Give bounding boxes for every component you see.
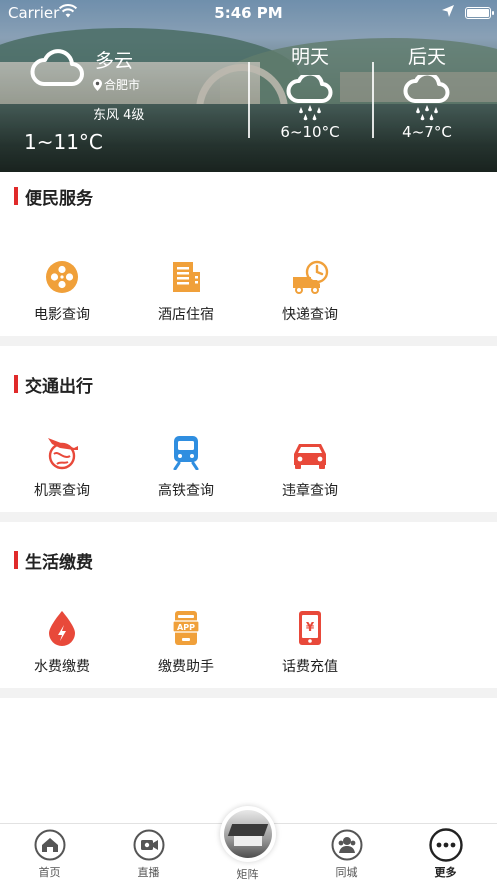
train-icon [124,432,248,470]
tomorrow-temperature: 6~10°C [280,123,340,141]
tile-water-bill[interactable]: 水费缴费 [0,608,124,676]
city-name: 合肥市 [104,78,141,92]
tab-local[interactable]: 同城 [297,828,396,880]
tile-label: 机票查询 [34,483,90,499]
clock: 5:46 PM [214,4,283,22]
location-arrow-icon [441,4,455,22]
tile-flight[interactable]: 机票查询 [0,432,124,500]
tab-label: 直播 [137,866,160,879]
section-gap [0,512,497,522]
tile-express[interactable]: 快递查询 [248,256,372,324]
water-drop-icon [0,608,124,646]
airplane-icon [0,432,124,470]
tile-pay-assistant[interactable]: APP 缴费助手 [124,608,248,676]
tab-matrix-label: 矩阵 [236,868,259,881]
section-convenience: 便民服务 电影查询 酒店住宿 快递查询 [0,172,497,336]
tile-hotel[interactable]: 酒店住宿 [124,256,248,324]
tile-label: 电影查询 [34,307,90,323]
tile-phone-topup[interactable]: ¥ 话费充值 [248,608,372,676]
tab-label: 同城 [335,866,358,879]
film-reel-icon [0,256,124,294]
weather-today[interactable]: 多云 合肥市 东风 4级 1~11°C [0,30,248,170]
today-temperature: 1~11°C [24,130,103,154]
weather-day-after[interactable]: 后天 4~7°C [365,42,489,141]
tab-matrix-button[interactable] [220,806,276,862]
section-title-text: 生活缴费 [25,552,93,573]
tile-label: 违章查询 [282,483,338,499]
tab-home[interactable]: 首页 [0,828,99,880]
section-title: 生活缴费 [14,550,93,573]
section-title: 交通出行 [14,374,93,397]
section-title: 便民服务 [14,186,93,209]
tile-label: 高铁查询 [158,483,214,499]
battery-icon [465,7,494,19]
matrix-thumbnail-icon [224,810,272,858]
weather-header: Carrier 5:46 PM 多云 合肥市 东风 4级 1~11°C 明天 6… [0,0,497,172]
tile-label: 缴费助手 [158,659,214,675]
video-camera-icon [99,828,198,862]
tab-more[interactable]: 更多 [396,828,495,880]
weather-tomorrow[interactable]: 明天 6~10°C [248,42,372,141]
tile-train[interactable]: 高铁查询 [124,432,248,500]
tile-movie[interactable]: 电影查询 [0,256,124,324]
section-payments: 生活缴费 水费缴费 APP 缴费助手 ¥ 话费充值 [0,522,497,688]
cloud-icon [30,46,84,94]
today-condition: 多云 [95,50,134,72]
tomorrow-label: 明天 [290,46,329,68]
tile-label: 快递查询 [282,307,338,323]
tile-violation[interactable]: 违章查询 [248,432,372,500]
hotel-building-icon [124,256,248,294]
section-gap [0,688,497,698]
delivery-truck-icon [248,256,372,294]
tile-label: 水费缴费 [34,659,90,675]
location-pin-icon [93,79,102,91]
rain-cloud-icon [365,71,489,121]
phone-yen-icon: ¥ [248,608,372,646]
svg-text:¥: ¥ [306,620,315,634]
tile-label: 酒店住宿 [158,307,214,323]
city-people-icon [297,828,396,862]
wind-info: 东风 4级 [93,108,145,123]
current-city[interactable]: 合肥市 [93,76,140,93]
tab-label: 首页 [38,866,61,879]
app-phone-icon: APP [124,608,248,646]
section-title-text: 交通出行 [25,376,93,397]
tab-label: 更多 [434,866,457,879]
home-icon [0,828,99,862]
section-transport: 交通出行 机票查询 高铁查询 违章查询 [0,346,497,512]
rain-cloud-icon [248,71,372,121]
section-gap [0,336,497,346]
tile-label: 话费充值 [282,659,338,675]
day-after-temperature: 4~7°C [402,123,452,141]
status-bar: Carrier 5:46 PM [0,0,497,26]
day-after-label: 后天 [407,46,446,68]
car-icon [248,432,372,470]
tab-live[interactable]: 直播 [99,828,198,880]
more-dots-icon [396,828,495,862]
section-title-text: 便民服务 [25,188,93,209]
svg-text:APP: APP [177,623,195,632]
